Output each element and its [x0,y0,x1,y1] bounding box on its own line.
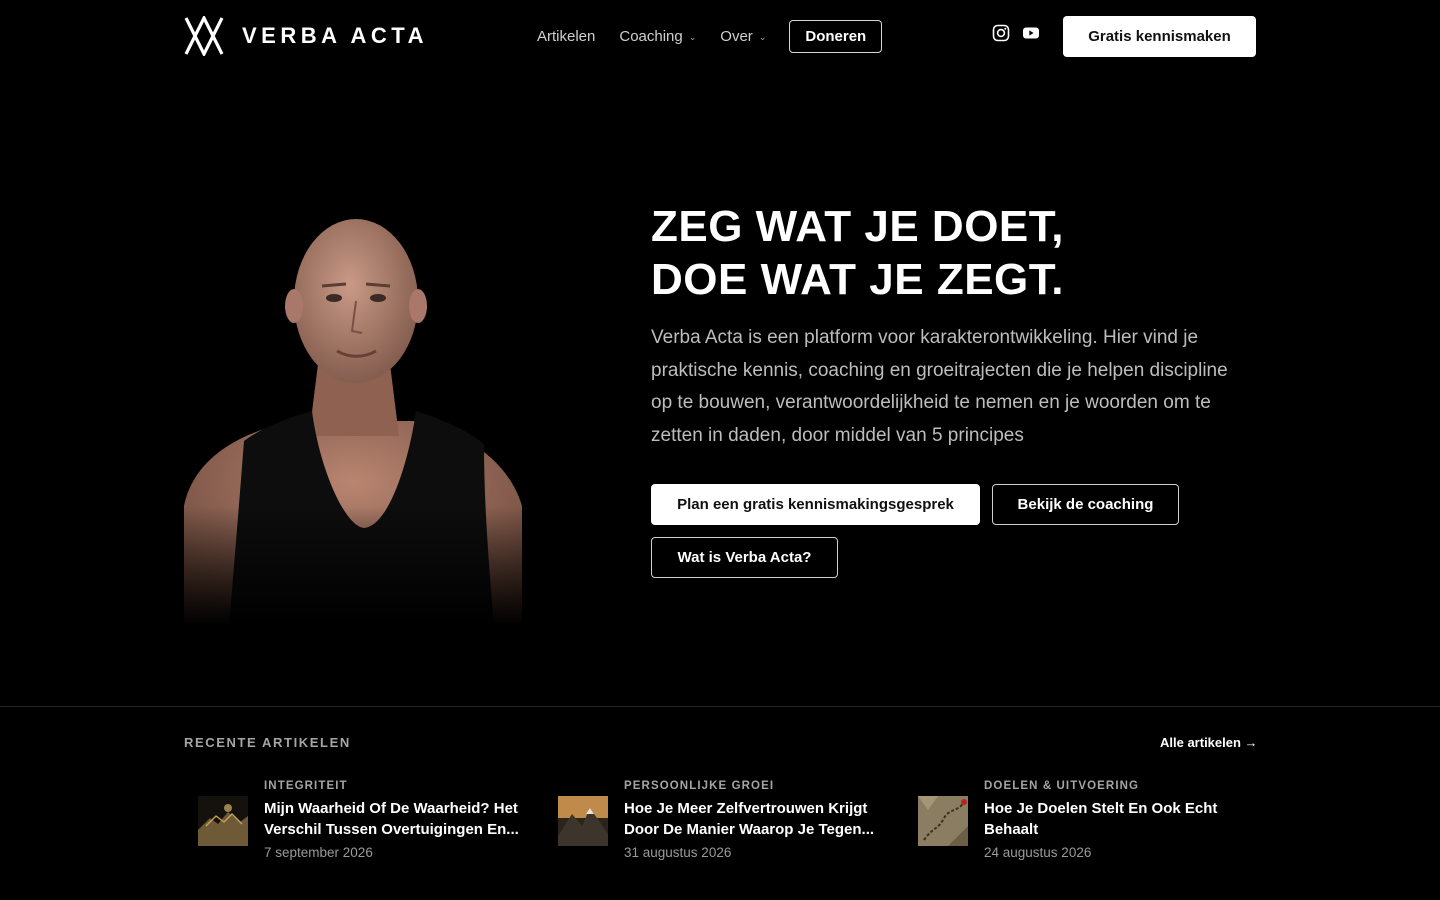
nav-item-artikelen[interactable]: Artikelen [537,28,595,45]
nav-item-over[interactable]: Over ⌄ [720,28,766,45]
hero-title: ZEG WAT JE DOET, DOE WAT JE ZEGT. [651,200,1064,306]
nav-item-coaching[interactable]: Coaching ⌄ [619,28,696,45]
all-articles-link[interactable]: Alle artikelen → [1160,735,1258,750]
chevron-down-icon: ⌄ [688,32,697,42]
article-date: 31 augustus 2026 [624,845,732,860]
nav-item-label: Coaching [619,28,683,45]
hero-title-line: DOE WAT JE ZEGT. [651,255,1065,304]
plan-intro-call-button[interactable]: Plan een gratis kennismakingsgesprek [651,484,980,525]
youtube-icon[interactable] [1022,24,1040,42]
va-monogram-icon [184,16,224,56]
nav-item-label: Over [720,28,753,45]
section-divider [0,706,1440,707]
social-links [992,24,1040,42]
article-thumbnail [198,796,248,846]
main-nav: Artikelen Coaching ⌄ Over ⌄ Doneren [537,20,883,53]
article-thumbnail [558,796,608,846]
recent-articles-heading: RECENTE ARTIKELEN [184,735,351,750]
article-title: Hoe Je Meer Zelfvertrouwen Krijgt Door D… [624,800,875,838]
article-category: PERSOONLIJKE GROEI [624,780,775,792]
free-intro-button[interactable]: Gratis kennismaken [1063,16,1256,57]
donate-button[interactable]: Doneren [789,20,883,53]
brand-name: VERBA ACTA [242,23,428,48]
article-title: Mijn Waarheid Of De Waarheid? Het Versch… [264,800,519,838]
instagram-icon[interactable] [992,24,1010,42]
founder-portrait [184,206,524,626]
article-category: DOELEN & UITVOERING [984,780,1140,792]
site-header: VERBA ACTA Artikelen Coaching ⌄ Over ⌄ D… [0,0,1440,74]
article-date: 24 augustus 2026 [984,845,1092,860]
article-title: Hoe Je Doelen Stelt En Ook Echt Behaalt [984,800,1218,838]
article-card[interactable]: PERSOONLIJKE GROEI Hoe Je Meer Zelfvertr… [544,778,874,868]
article-date: 7 september 2026 [264,845,373,860]
hero-description: Verba Acta is een platform voor karakter… [651,327,1228,446]
view-coaching-button[interactable]: Bekijk de coaching [992,484,1179,525]
nav-item-label: Artikelen [537,28,596,45]
brand-logo[interactable]: VERBA ACTA [184,16,428,56]
article-category: INTEGRITEIT [264,780,348,792]
article-card[interactable]: DOELEN & UITVOERING Hoe Je Doelen Stelt … [904,778,1234,868]
hero-title-line: ZEG WAT JE DOET, [651,202,1065,251]
article-card[interactable]: INTEGRITEIT Mijn Waarheid Of De Waarheid… [184,778,519,868]
chevron-down-icon: ⌄ [758,32,767,42]
article-thumbnail [918,796,968,846]
what-is-verba-acta-button[interactable]: Wat is Verba Acta? [651,537,838,578]
